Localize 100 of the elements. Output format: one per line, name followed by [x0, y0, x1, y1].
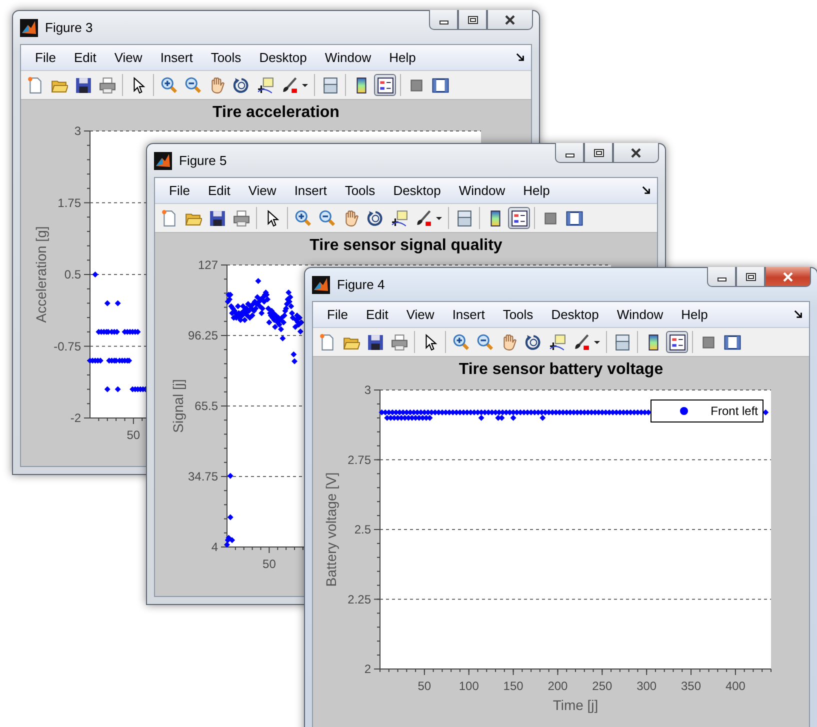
zoom-out-icon[interactable]: [184, 76, 202, 94]
minimize-button[interactable]: [429, 10, 458, 30]
legend-label: Front left: [710, 404, 758, 418]
menu-item[interactable]: Help: [514, 183, 559, 198]
menu-item[interactable]: Insert: [443, 307, 494, 322]
zoom-in-icon[interactable]: [160, 76, 178, 94]
menu-item[interactable]: Help: [672, 307, 717, 322]
minimize-button[interactable]: [555, 143, 584, 163]
close-button[interactable]: [487, 10, 533, 30]
new-file-icon[interactable]: [318, 334, 336, 350]
linked-windows-icon[interactable]: [322, 76, 338, 94]
hand-icon[interactable]: [342, 210, 360, 226]
tick-label: 4: [211, 540, 218, 554]
window-icon[interactable]: [566, 210, 582, 226]
undock-arrow-icon[interactable]: [516, 53, 525, 62]
square-icon[interactable]: [542, 210, 558, 226]
close-button[interactable]: [765, 267, 811, 287]
tick-label: 127: [198, 259, 218, 272]
menu-item[interactable]: Edit: [64, 50, 106, 65]
tick-label: 150: [503, 679, 524, 693]
brush-icon[interactable]: [414, 210, 432, 226]
close-icon: [782, 272, 794, 282]
menu-item[interactable]: Window: [608, 307, 672, 322]
legend-toggle-button[interactable]: [666, 331, 688, 353]
menu-item[interactable]: Desktop: [250, 50, 316, 65]
window-icon[interactable]: [724, 334, 740, 350]
menu-item[interactable]: Insert: [285, 183, 336, 198]
brush-icon[interactable]: [572, 334, 590, 350]
minimize-button[interactable]: [707, 267, 736, 287]
print-icon[interactable]: [232, 210, 250, 226]
chart-title: Tire sensor battery voltage: [458, 360, 664, 380]
new-file-icon[interactable]: [26, 76, 44, 94]
maximize-button[interactable]: [458, 10, 487, 30]
menu-item[interactable]: Tools: [202, 50, 250, 65]
legend-icon: [668, 334, 686, 350]
menu-item[interactable]: File: [160, 183, 199, 198]
maximize-button[interactable]: [584, 143, 613, 163]
menu-item[interactable]: Insert: [151, 50, 202, 65]
rotate-icon[interactable]: [232, 76, 250, 94]
zoom-out-icon[interactable]: [318, 210, 336, 226]
app-icon: [20, 18, 38, 36]
menu-item[interactable]: View: [397, 307, 444, 322]
zoom-in-icon[interactable]: [452, 334, 470, 350]
menu-item[interactable]: Edit: [198, 183, 240, 198]
menu-item[interactable]: Help: [380, 50, 425, 65]
close-icon: [630, 148, 642, 158]
window-title: Figure 3: [45, 20, 93, 35]
tick-label: 2.5: [354, 522, 371, 536]
app-icon: [312, 276, 330, 294]
menu-item[interactable]: Edit: [356, 307, 398, 322]
menu-item[interactable]: View: [105, 50, 152, 65]
data-cursor-icon[interactable]: [256, 76, 274, 94]
menu-item[interactable]: Window: [316, 50, 380, 65]
tick-label: 200: [548, 679, 568, 693]
save-icon[interactable]: [366, 334, 384, 350]
new-file-icon[interactable]: [160, 210, 178, 226]
tick-label: 96.25: [188, 328, 218, 342]
rotate-icon[interactable]: [524, 334, 542, 350]
menu-item[interactable]: Tools: [494, 307, 542, 322]
zoom-in-icon[interactable]: [294, 210, 312, 226]
menu-item[interactable]: Tools: [336, 183, 384, 198]
hand-icon[interactable]: [500, 334, 518, 350]
maximize-button[interactable]: [736, 267, 765, 287]
close-button[interactable]: [613, 143, 659, 163]
menu-item[interactable]: View: [239, 183, 286, 198]
tick-label: 50: [418, 679, 432, 693]
save-icon[interactable]: [74, 76, 92, 94]
tick-label: 3: [364, 383, 371, 397]
window-icon[interactable]: [432, 76, 448, 94]
print-icon[interactable]: [98, 76, 116, 94]
zoom-out-icon[interactable]: [476, 334, 494, 350]
square-icon[interactable]: [700, 334, 716, 350]
menu-item[interactable]: Desktop: [542, 307, 608, 322]
undock-arrow-icon[interactable]: [794, 310, 803, 319]
rotate-icon[interactable]: [366, 210, 384, 226]
square-icon[interactable]: [408, 76, 424, 94]
save-icon[interactable]: [208, 210, 226, 226]
tick-label: 400: [725, 679, 746, 693]
data-cursor-icon[interactable]: [548, 334, 566, 350]
tick-label: 34.75: [188, 470, 218, 484]
hand-icon[interactable]: [208, 76, 226, 94]
linked-windows-icon[interactable]: [456, 210, 472, 226]
brush-icon[interactable]: [280, 76, 298, 94]
axis-title: Battery voltage [V]: [323, 472, 339, 587]
legend-toggle-button[interactable]: [508, 207, 530, 229]
window-title: Figure 4: [337, 277, 385, 292]
undock-arrow-icon[interactable]: [642, 186, 651, 195]
tick-label: 2.25: [348, 592, 371, 606]
menu-item[interactable]: File: [318, 307, 357, 322]
axis-title: Time [j]: [552, 697, 598, 713]
data-cursor-icon[interactable]: [390, 210, 408, 226]
chart-title: Tire sensor signal quality: [308, 236, 504, 256]
linked-windows-icon[interactable]: [614, 334, 630, 350]
legend-toggle-button[interactable]: [374, 74, 396, 96]
menu-item[interactable]: Window: [450, 183, 514, 198]
tick-label: 50: [126, 428, 140, 442]
app-icon: [154, 152, 172, 170]
menu-item[interactable]: Desktop: [384, 183, 450, 198]
menu-item[interactable]: File: [26, 50, 65, 65]
print-icon[interactable]: [390, 334, 408, 350]
